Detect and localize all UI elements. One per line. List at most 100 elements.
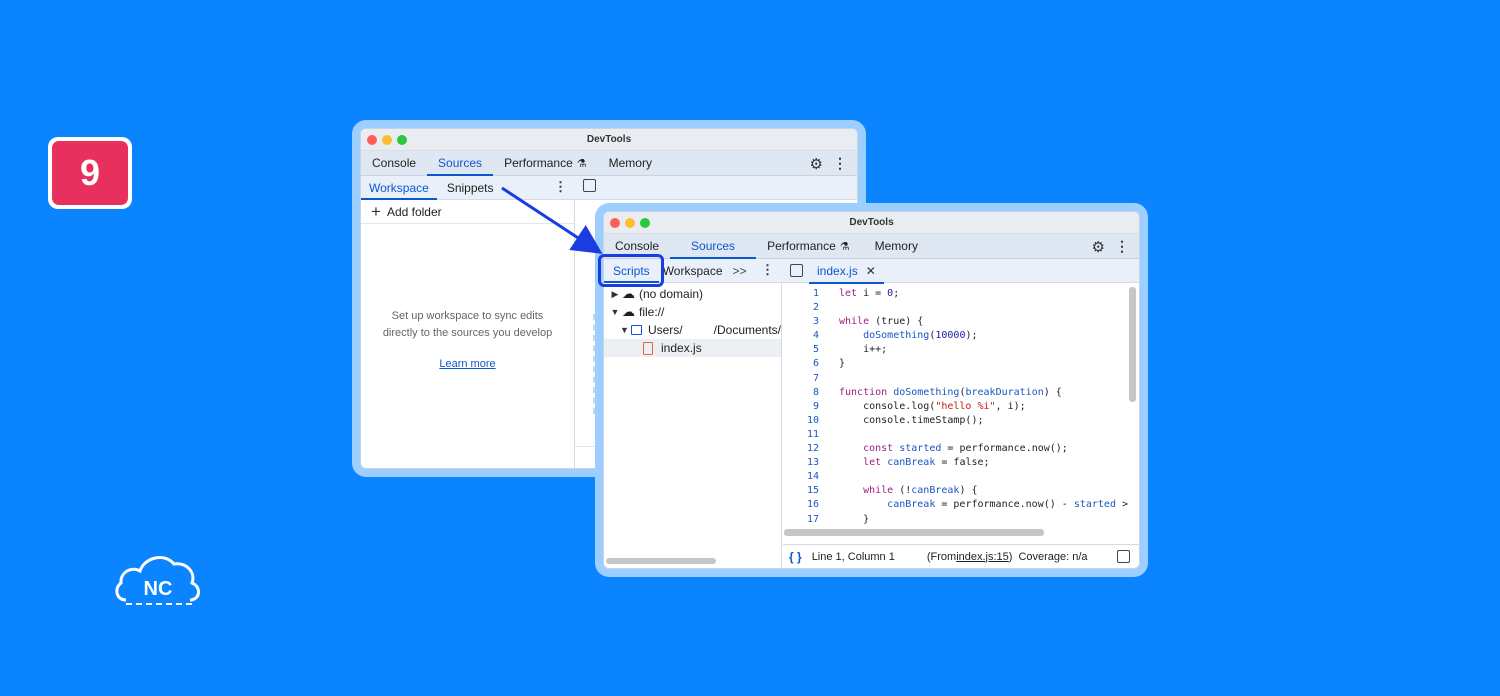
close-window-button[interactable] xyxy=(610,218,620,228)
line-number[interactable]: 1 xyxy=(783,287,819,301)
line-number[interactable]: 16 xyxy=(783,498,819,512)
tree-item-file[interactable]: ▼ ☁ file:// xyxy=(604,303,781,321)
maximize-window-button[interactable] xyxy=(397,135,407,145)
code-line: 8 function doSomething(breakDuration) { xyxy=(783,386,1139,400)
subtab-snippets[interactable]: Snippets xyxy=(439,176,502,199)
drawer-toggle-icon[interactable] xyxy=(1117,550,1130,563)
subtab-workspace[interactable]: Workspace xyxy=(361,176,437,200)
line-number[interactable]: 8 xyxy=(783,386,819,400)
code-text: i++; xyxy=(839,344,888,356)
tab-sources[interactable]: Sources xyxy=(670,234,757,259)
code-text: console.log("hello %i", i); xyxy=(839,400,1026,412)
minimize-window-button[interactable] xyxy=(625,218,635,228)
close-window-button[interactable] xyxy=(367,135,377,145)
code-line: 6} xyxy=(783,357,1139,371)
more-options-icon[interactable]: ⋮ xyxy=(1115,238,1129,255)
tab-memory[interactable]: Memory xyxy=(861,234,929,258)
editor-vertical-scrollbar[interactable] xyxy=(1129,287,1136,402)
tree-item-label: Users/ xyxy=(647,323,683,337)
source-link[interactable]: index.js:15 xyxy=(956,551,1009,563)
title-bar: DevTools xyxy=(361,129,857,151)
tab-console[interactable]: Console xyxy=(361,151,427,175)
code-line: 5 i++; xyxy=(783,343,1139,357)
main-tabs: Console Sources Performance ⚗ Memory ⚙ ⋮ xyxy=(361,151,857,176)
coverage-status: Coverage: n/a xyxy=(1018,550,1088,563)
code-text: doSomething(10000); xyxy=(863,330,978,342)
settings-gear-icon[interactable]: ⚙ xyxy=(810,155,823,173)
logo-text: NC xyxy=(144,578,173,600)
learn-more-link[interactable]: Learn more xyxy=(361,358,574,370)
toggle-navigator-icon[interactable] xyxy=(790,264,803,277)
workspace-empty-message: Set up workspace to sync edits directly … xyxy=(382,310,553,339)
front-devtools-window: DevTools Console Sources Performance ⚗ M… xyxy=(603,211,1140,569)
toggle-navigator-icon[interactable] xyxy=(583,179,596,192)
tab-performance-label: Performance xyxy=(504,156,573,170)
title-bar: DevTools xyxy=(604,212,1139,234)
code-line: 10 console.timeStamp(); xyxy=(783,414,1139,428)
more-options-icon[interactable]: ⋮ xyxy=(833,155,847,172)
line-number[interactable]: 15 xyxy=(783,484,819,498)
line-number[interactable]: 3 xyxy=(783,315,819,329)
tree-item-users-folder[interactable]: ▼ Users/ /Documents/ xyxy=(604,321,781,339)
window-controls xyxy=(367,135,407,145)
code-line: 4 doSomething(10000); xyxy=(783,329,1139,343)
more-tabs-icon[interactable]: >> xyxy=(727,259,753,282)
nc-cloud-logo: NC xyxy=(115,556,200,605)
source-from-suffix: ) xyxy=(1008,550,1013,563)
subtab-workspace[interactable]: Workspace xyxy=(659,259,727,282)
code-text: let i = 0; xyxy=(839,288,900,299)
line-number[interactable]: 17 xyxy=(783,513,819,527)
line-number[interactable]: 5 xyxy=(783,343,819,357)
plus-icon: + xyxy=(371,202,381,221)
tree-item-no-domain[interactable]: ▶ ☁ (no domain) xyxy=(604,285,781,303)
line-number[interactable]: 12 xyxy=(783,442,819,456)
tree-item-index-js[interactable]: index.js xyxy=(604,339,781,357)
settings-gear-icon[interactable]: ⚙ xyxy=(1092,238,1105,256)
code-text: while (true) { xyxy=(839,316,924,328)
expanded-arrow-icon: ▼ xyxy=(620,325,629,335)
minimize-window-button[interactable] xyxy=(382,135,392,145)
tab-performance[interactable]: Performance ⚗ xyxy=(756,234,861,258)
scripts-tab-highlight xyxy=(598,254,664,287)
code-line: 13 let canBreak = false; xyxy=(783,456,1139,470)
code-editor[interactable]: 1 let i = 0; 2 3 while (true) {4 doSomething… xyxy=(783,283,1139,544)
editor-horizontal-scrollbar[interactable] xyxy=(784,529,1044,536)
file-tab-index-js[interactable]: index.js ✕ xyxy=(809,259,884,284)
line-number[interactable]: 6 xyxy=(783,357,819,371)
expanded-arrow-icon: ▼ xyxy=(610,307,620,317)
maximize-window-button[interactable] xyxy=(640,218,650,228)
tab-performance[interactable]: Performance ⚗ xyxy=(493,151,598,175)
navigator-menu-icon[interactable]: ⋮ xyxy=(761,262,774,278)
code-line: 17 } xyxy=(783,513,1139,527)
add-folder-button[interactable]: + Add folder xyxy=(361,200,574,224)
tree-item-label: file:// xyxy=(639,305,665,319)
line-number[interactable]: 11 xyxy=(783,428,819,442)
source-from-prefix: (From xyxy=(926,550,957,563)
line-number[interactable]: 9 xyxy=(783,400,819,414)
pretty-print-icon[interactable]: { } xyxy=(789,550,802,564)
navigator-menu-icon[interactable]: ⋮ xyxy=(554,179,567,195)
line-number[interactable]: 14 xyxy=(783,470,819,484)
navigator-scrollbar[interactable] xyxy=(606,558,716,564)
flask-icon: ⚗ xyxy=(576,157,587,170)
close-tab-icon[interactable]: ✕ xyxy=(866,264,876,278)
line-number[interactable]: 7 xyxy=(783,372,819,386)
file-icon xyxy=(643,341,653,355)
window-title: DevTools xyxy=(849,217,894,228)
code-line: 7 xyxy=(783,372,1139,386)
code-line: 16 canBreak = performance.now() - starte… xyxy=(783,498,1139,512)
tree-item-label: index.js xyxy=(661,341,702,355)
tab-sources[interactable]: Sources xyxy=(427,151,494,176)
line-number[interactable]: 10 xyxy=(783,414,819,428)
code-line: 2 xyxy=(783,301,1139,315)
line-number[interactable]: 2 xyxy=(783,301,819,315)
code-text: while (!canBreak) { xyxy=(863,485,978,497)
line-number[interactable]: 13 xyxy=(783,456,819,470)
line-number[interactable]: 4 xyxy=(783,329,819,343)
code-text: canBreak = performance.now() - started > xyxy=(887,499,1129,511)
tab-memory[interactable]: Memory xyxy=(598,151,663,175)
main-tabs: Console Sources Performance ⚗ Memory ⚙ ⋮ xyxy=(604,234,1139,259)
code-text: } xyxy=(839,358,846,370)
